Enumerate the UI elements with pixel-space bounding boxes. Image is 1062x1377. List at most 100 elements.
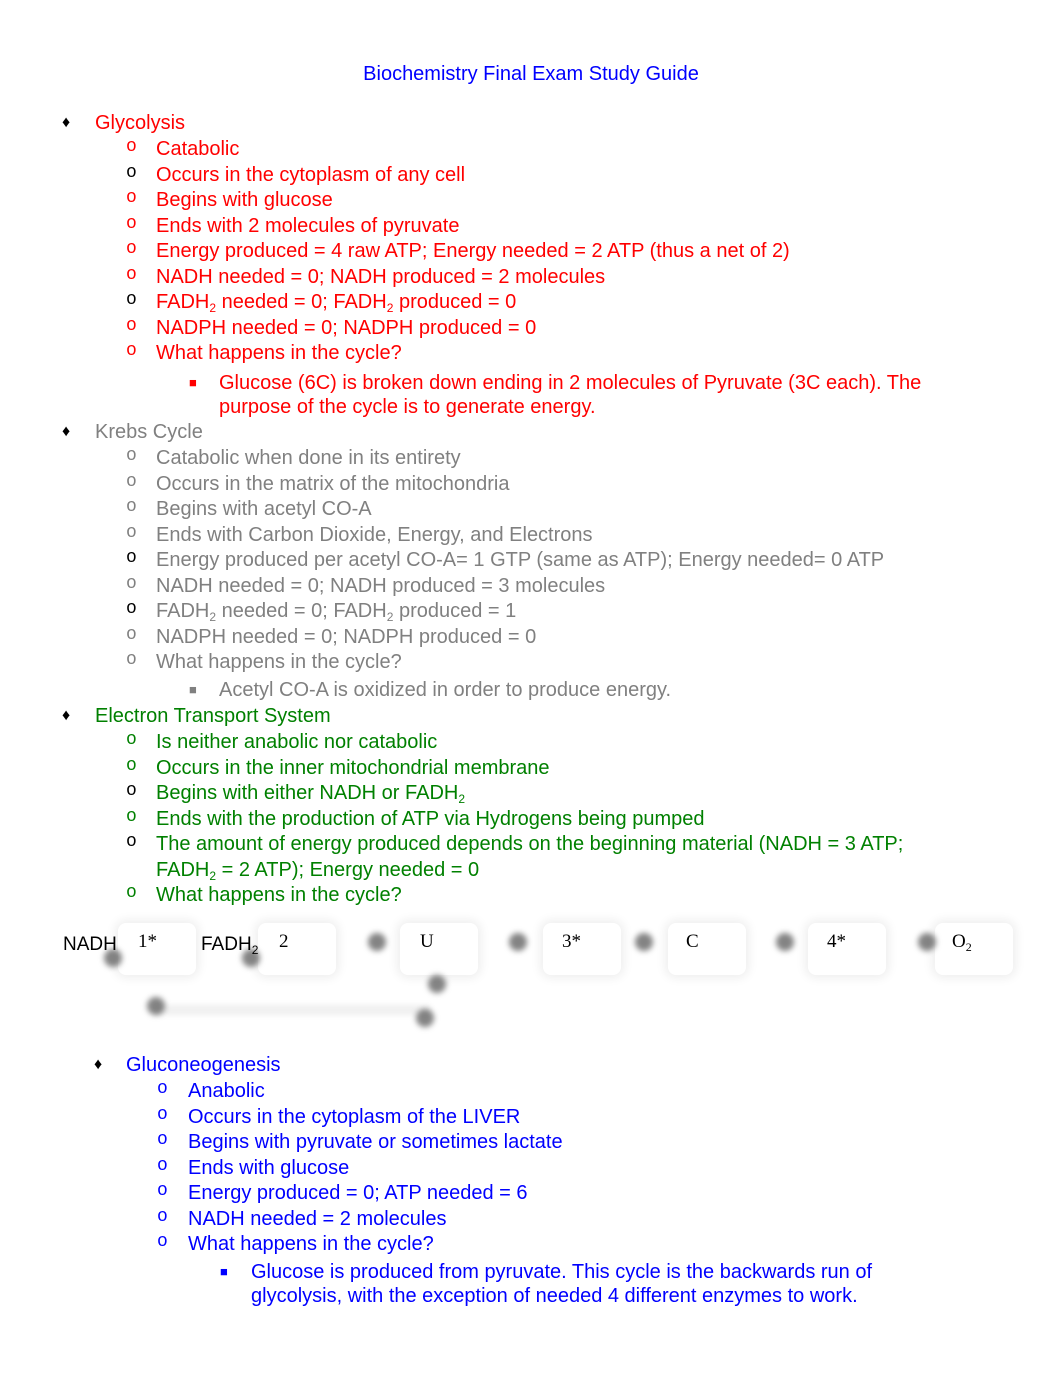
circle-bullet-icon: o [126,264,137,285]
arrow-head-icon [147,997,165,1015]
circle-bullet-icon: o [126,290,137,310]
circle-bullet-icon: o [126,650,137,670]
list-item: o NADH needed = 0; NADH produced = 3 mole… [126,573,606,597]
list-item: o What happens in the cycle? [126,650,402,673]
list-item: o Catabolic when done in its entirety [126,446,461,469]
circle-bullet-icon: o [157,1155,168,1176]
list-item: o FADH2 needed = 0; FADH2 produced = 1 [126,599,517,624]
list-item: o Ends with glucose [157,1155,350,1179]
section-heading: ♦ Krebs Cycle [0,420,1062,446]
label-fadh2: FADH2 [201,934,259,957]
circle-bullet-icon: o [126,497,137,517]
heading-text: Krebs Cycle [95,421,203,443]
diamond-bullet-icon: ♦ [62,114,71,131]
circle-bullet-icon: o [126,781,137,801]
circle-bullet-icon: o [157,1232,168,1252]
diagram-box [808,923,886,975]
list-item: o Begins with acetyl CO-A [126,497,372,520]
circle-bullet-icon: o [126,883,137,903]
arrow-head-icon [776,933,794,951]
list-item: o Energy produced = 0; ATP needed = 6 [157,1181,528,1204]
diagram-connector [155,1005,430,1015]
diagram-box [935,923,1013,975]
diagram-box [543,923,621,975]
circle-bullet-icon: o [126,548,137,568]
list-detail: ■ Glucose is produced from pyruvate. This… [220,1260,873,1308]
circle-bullet-icon: o [126,446,137,466]
circle-bullet-icon: o [126,755,137,776]
list-item: o FADH2 needed = 0; FADH2 produced = 0 [126,290,517,315]
circle-bullet-icon: o [126,806,137,827]
list-item: o Ends with the production of ATP via Hyd… [126,806,705,830]
section-gluconeogenesis: ♦ Gluconeogenesis o Anabolic o Occurs in t… [0,1053,1062,1309]
section-glycolysis: ♦ Glycolysis o Catabolic o Occurs in the c… [0,111,1062,420]
circle-bullet-icon: o [126,315,137,336]
list-item: o What happens in the cycle? [126,341,402,364]
label-oxygen: O2 [952,931,972,954]
circle-bullet-icon: o [126,341,137,361]
list-item: o Occurs in the matrix of the mitochondri… [126,471,510,495]
list-item: o NADPH needed = 0; NADPH produced = 0 [126,315,537,339]
list-item: o Occurs in the cytoplasm of any cell [126,162,466,186]
diamond-bullet-icon: ♦ [94,1056,103,1073]
diamond-bullet-icon: ♦ [62,707,71,724]
arrow-head-icon [509,933,527,951]
diagram-box [668,923,746,975]
label-cytochrome-c: C [686,931,699,952]
diagram-box [400,923,478,975]
diagram-box [258,923,336,975]
label-nadh: NADH [63,934,117,955]
section-heading: ♦ Glycolysis [0,111,1062,137]
list-item: o What happens in the cycle? [157,1232,434,1255]
list-item: o NADH needed = 2 molecules [157,1206,447,1230]
arrow-head-icon [918,933,936,951]
list-detail: ■ Glucose (6C) is broken down ending in 2… [189,371,922,419]
circle-bullet-icon: o [126,599,137,619]
circle-bullet-icon: o [126,573,137,594]
circle-bullet-icon: o [126,213,137,234]
list-item: o The amount of energy produced depends o… [126,832,904,883]
heading-text: Glycolysis [95,112,186,134]
list-item: o Energy produced per acetyl CO-A= 1 GTP … [126,548,885,571]
arrow-head-icon [428,975,446,993]
electron-transport-diagram: NADH 1* FADH2 2 U 3* C 4* O2 [0,905,1062,1045]
square-bullet-icon: ■ [189,374,197,390]
heading-text: Gluconeogenesis [126,1054,281,1076]
list-detail: ■ Acetyl CO-A is oxidized in order to pro… [189,678,672,701]
circle-bullet-icon: o [126,239,137,259]
list-item: o Begins with pyruvate or sometimes lacta… [157,1130,563,1153]
diamond-bullet-icon: ♦ [62,423,71,440]
square-bullet-icon: ■ [189,681,197,697]
circle-bullet-icon: o [157,1130,168,1150]
circle-bullet-icon: o [126,137,137,157]
label-complex-4: 4* [827,931,846,952]
circle-bullet-icon: o [157,1206,168,1227]
list-item: o Occurs in the inner mitochondrial membr… [126,755,550,779]
circle-bullet-icon: o [126,522,137,543]
arrow-head-icon [416,1009,434,1027]
list-item: o NADH needed = 0; NADH produced = 2 mole… [126,264,606,288]
circle-bullet-icon: o [126,162,137,183]
section-electron-transport-system: ♦ Electron Transport System o Is neither … [0,704,1062,909]
label-ubiquinone: U [420,931,434,952]
circle-bullet-icon: o [157,1079,168,1099]
list-item: o Catabolic [126,137,240,160]
circle-bullet-icon: o [157,1104,168,1125]
circle-bullet-icon: o [126,832,137,852]
page-title: Biochemistry Final Exam Study Guide [363,63,699,85]
circle-bullet-icon: o [126,730,137,750]
list-item: o Ends with Carbon Dioxide, Energy, and E… [126,522,593,546]
circle-bullet-icon: o [126,624,137,645]
label-complex-3: 3* [562,931,581,952]
circle-bullet-icon: o [126,471,137,492]
list-item: o Energy produced = 4 raw ATP; Energy nee… [126,239,790,262]
list-item: o Occurs in the cytoplasm of the LIVER [157,1104,521,1128]
list-item: o Ends with 2 molecules of pyruvate [126,213,460,237]
section-heading: ♦ Electron Transport System [0,704,1062,730]
arrow-head-icon [368,933,386,951]
label-complex-1: 1* [138,931,157,952]
list-item: o Begins with either NADH or FADH2 [126,781,466,806]
circle-bullet-icon: o [126,188,137,208]
heading-text: Electron Transport System [95,705,331,727]
label-complex-2: 2 [279,931,289,952]
